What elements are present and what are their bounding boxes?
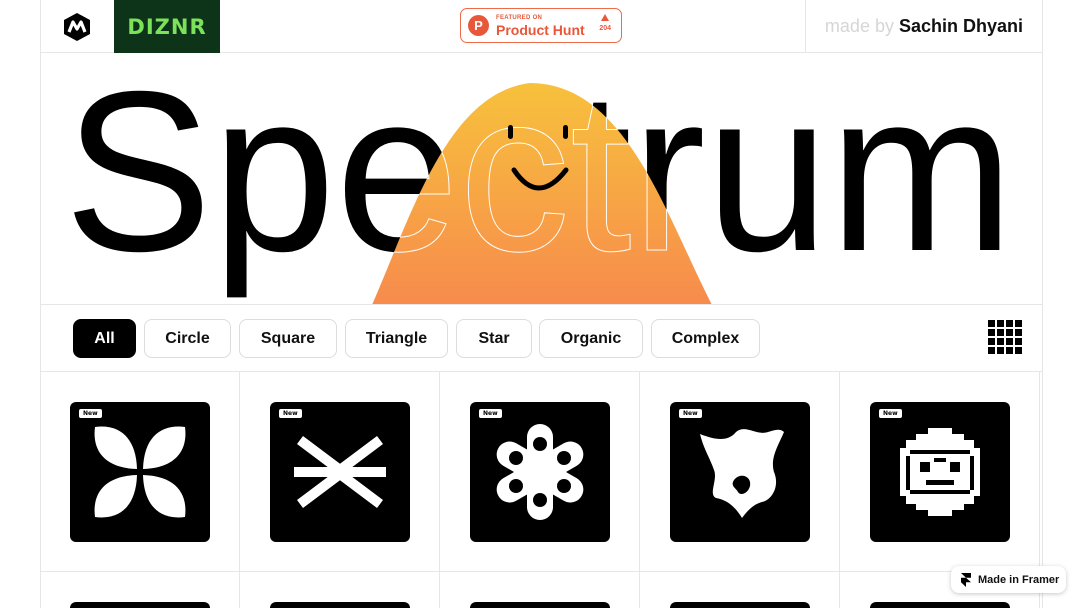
shape-tile[interactable]: New: [70, 402, 210, 542]
site-logo[interactable]: [40, 0, 114, 53]
filter-chip-star[interactable]: Star: [456, 319, 532, 358]
author-name: Sachin Dhyani: [898, 16, 1023, 36]
upvote-arrow-icon: [601, 14, 610, 21]
framer-logo-icon: [961, 572, 971, 587]
new-badge: New: [79, 409, 102, 418]
shape-card[interactable]: [40, 572, 240, 608]
made-by-credit[interactable]: made by Sachin Dhyani: [805, 0, 1043, 53]
shape-card[interactable]: New: [840, 372, 1040, 572]
grid-view-icon[interactable]: [988, 320, 1022, 354]
new-badge: New: [279, 409, 302, 418]
shape-tile[interactable]: New: [470, 402, 610, 542]
filter-chip-all[interactable]: All: [73, 319, 136, 358]
shape-card[interactable]: [640, 572, 840, 608]
new-badge: New: [679, 409, 702, 418]
product-hunt-icon: P: [468, 15, 489, 36]
filter-chip-organic[interactable]: Organic: [539, 319, 643, 358]
site-header: DIZNR P FEATURED ON Product Hunt 204 mad…: [40, 0, 1043, 53]
flower-icon: [496, 424, 584, 520]
shape-grid: New New New New New: [40, 372, 1043, 608]
shape-card[interactable]: New: [640, 372, 840, 572]
mascot-right-eye: [563, 125, 568, 139]
filter-bar: All Circle Square Triangle Star Organic …: [40, 305, 1043, 372]
shape-tile[interactable]: [870, 602, 1010, 608]
shape-tile[interactable]: [470, 602, 610, 608]
mascot-left-eye: [508, 125, 513, 139]
shape-card[interactable]: [240, 572, 440, 608]
ph-featured-label: FEATURED ON: [496, 14, 543, 21]
splat-star-icon: [700, 429, 784, 518]
hexagon-logo-icon: [64, 12, 90, 41]
diznr-brand-link[interactable]: DIZNR: [114, 0, 220, 53]
filter-chip-circle[interactable]: Circle: [144, 319, 231, 358]
shape-tile[interactable]: [270, 602, 410, 608]
ph-votes: 204: [599, 14, 611, 32]
filter-chip-square[interactable]: Square: [239, 319, 337, 358]
filter-chip-triangle[interactable]: Triangle: [345, 319, 448, 358]
product-hunt-badge[interactable]: P FEATURED ON Product Hunt 204: [460, 8, 622, 43]
new-badge: New: [479, 409, 502, 418]
shape-tile[interactable]: New: [870, 402, 1010, 542]
cross-asterisk-icon: [294, 436, 386, 508]
hero-graphic: Spectrum Spectrum: [64, 53, 1014, 304]
framer-badge-label: Made in Framer: [978, 573, 1060, 586]
ph-vote-count: 204: [599, 25, 611, 32]
shape-tile[interactable]: [670, 602, 810, 608]
shape-tile[interactable]: New: [270, 402, 410, 542]
made-in-framer-badge[interactable]: Made in Framer: [951, 566, 1066, 593]
ph-product-hunt-label: Product Hunt: [496, 21, 585, 38]
shape-tile[interactable]: New: [670, 402, 810, 542]
shape-card[interactable]: New: [40, 372, 240, 572]
pixel-smiley-icon: [900, 428, 980, 516]
shape-tile[interactable]: [70, 602, 210, 608]
clover-icon: [94, 426, 186, 518]
hero-banner: Spectrum Spectrum: [40, 53, 1043, 305]
shape-card[interactable]: New: [440, 372, 640, 572]
made-by-prefix: made by: [824, 16, 894, 36]
shape-card[interactable]: New: [240, 372, 440, 572]
filter-chip-complex[interactable]: Complex: [651, 319, 760, 358]
shape-card[interactable]: [440, 572, 640, 608]
new-badge: New: [879, 409, 902, 418]
